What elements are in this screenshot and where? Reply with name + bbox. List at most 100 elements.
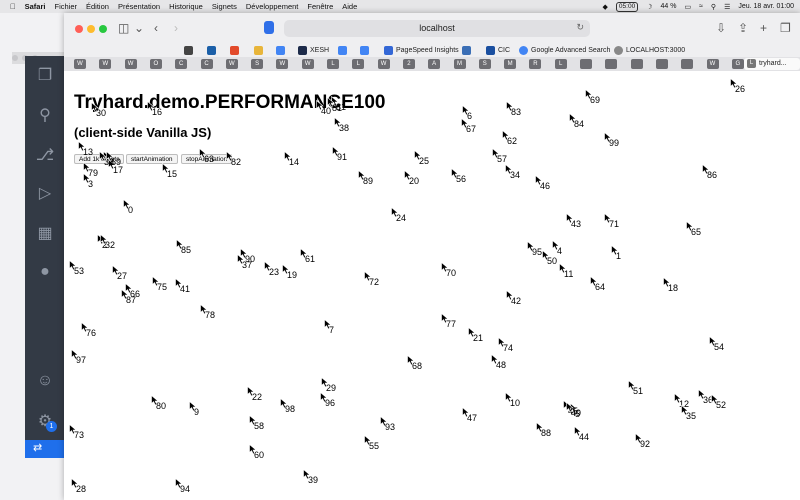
menubar-datetime[interactable]: Jeu. 18 avr. 01:00 [738, 3, 794, 10]
reload-icon[interactable]: ↻ [576, 22, 584, 33]
tab-favicon[interactable]: W [74, 59, 86, 69]
bookmark-icon-6[interactable] [338, 43, 347, 57]
tab-favicon[interactable]: L [352, 59, 365, 69]
account-icon[interactable]: ☺ [34, 370, 56, 392]
bookmark-cic[interactable]: CIC [486, 43, 510, 57]
github-icon[interactable]: ● [34, 261, 56, 283]
client-cursor: 97 [71, 349, 91, 367]
battery-icon[interactable]: ▭ [684, 3, 691, 11]
remote-indicator-icon[interactable]: ⇄ [33, 441, 42, 454]
search-icon[interactable]: ⚲ [34, 104, 56, 126]
tab-favicon[interactable] [630, 59, 643, 69]
tab-favicon[interactable]: W [276, 59, 289, 69]
window-dot-icon [12, 55, 18, 61]
downloads-icon[interactable]: ⇩ [716, 21, 726, 35]
privacy-shield-icon[interactable] [264, 21, 274, 34]
client-cursor: 47 [462, 407, 482, 425]
client-cursor: 11 [559, 263, 579, 281]
start-animation-button[interactable]: startAnimation [126, 154, 178, 164]
cursor-label: 80 [156, 401, 167, 411]
tab-favicon[interactable]: A [428, 59, 441, 69]
timer-status[interactable]: 05:00 [615, 1, 639, 12]
share-icon[interactable]: ⇪ [738, 21, 748, 35]
menu-fenetre[interactable]: Fenêtre [307, 2, 333, 11]
sidebar-icon[interactable]: ◫ [118, 21, 129, 35]
run-debug-icon[interactable]: ▷ [34, 182, 56, 204]
tab-favicon[interactable]: C [200, 59, 213, 69]
apple-menu-icon[interactable]:  [10, 2, 16, 11]
window-zoom-button[interactable] [99, 25, 107, 33]
menu-fichier[interactable]: Fichier [54, 2, 77, 11]
menu-aide[interactable]: Aide [342, 2, 357, 11]
stop-animation-button[interactable]: stopAnimation [181, 154, 233, 164]
tab-favicon[interactable]: W [99, 59, 112, 69]
menu-presentation[interactable]: Présentation [118, 2, 160, 11]
tab-favicon[interactable]: W [301, 59, 314, 69]
tab-favicon[interactable]: R [529, 59, 542, 69]
tab-favicon-icon: L [747, 58, 756, 68]
menu-historique[interactable]: Historique [169, 2, 203, 11]
menu-edition[interactable]: Édition [86, 2, 109, 11]
menu-developpement[interactable]: Développement [246, 2, 299, 11]
bookmark-pagespeed[interactable]: PageSpeed Insights [384, 43, 459, 57]
wifi-icon[interactable]: ≈ [699, 3, 703, 10]
tab-favicon[interactable]: C [175, 59, 188, 69]
sidebar-chevron-icon[interactable]: ⌄ [134, 21, 144, 35]
bookmark-icon-5[interactable] [276, 43, 285, 57]
tab-favicon[interactable] [580, 59, 592, 69]
window-close-button[interactable] [75, 25, 83, 33]
control-center-icon[interactable]: ☰ [724, 3, 730, 11]
add-clients-button[interactable]: Add 1k clients [74, 154, 125, 164]
active-tab[interactable]: Ltryhard... [744, 58, 800, 70]
tab-favicon[interactable] [605, 59, 618, 69]
tab-favicon[interactable]: W [225, 59, 238, 69]
bookmark-google-advanced[interactable]: Google Advanced Search [519, 43, 610, 57]
source-control-icon[interactable]: ⎇ [34, 144, 56, 166]
cursor-label: 86 [707, 170, 718, 180]
tab-favicon[interactable]: M [504, 59, 517, 69]
bookmark-xesh[interactable]: XESH [298, 43, 329, 57]
bookmark-icon-4[interactable] [254, 43, 263, 57]
cursor-label: 92 [640, 439, 651, 449]
forward-icon[interactable]: › [174, 21, 178, 35]
battery-percent[interactable]: 44 % [660, 3, 676, 10]
client-cursor: 50 [542, 250, 562, 268]
bookmark-localhost[interactable]: LOCALHOST:3000 [614, 43, 685, 57]
tab-favicon[interactable]: G [731, 59, 744, 69]
cursor-arrow-icon [491, 354, 499, 365]
back-icon[interactable]: ‹ [154, 21, 158, 35]
address-bar[interactable]: localhost ↻ [284, 20, 590, 37]
explorer-icon[interactable]: ❐ [34, 64, 56, 86]
search-icon[interactable]: ⚲ [711, 3, 716, 11]
bookmark-favicon-icon [486, 45, 495, 55]
tab-favicon[interactable]: M [453, 59, 466, 69]
menu-app-name[interactable]: Safari [25, 2, 46, 11]
tab-favicon[interactable]: W [377, 59, 390, 69]
tab-favicon[interactable]: 2 [402, 59, 415, 69]
new-tab-icon[interactable]: + [760, 21, 767, 35]
dropbox-icon[interactable]: ◆ [603, 3, 608, 11]
client-cursor: 77 [441, 313, 461, 331]
bookmark-icon-1[interactable] [184, 43, 193, 57]
tab-favicon[interactable] [681, 59, 694, 69]
window-minimize-button[interactable] [87, 25, 95, 33]
moon-icon[interactable]: ☽ [646, 3, 652, 11]
tab-favicon[interactable]: L [327, 59, 339, 69]
bookmark-icon-8[interactable] [462, 43, 471, 57]
cursor-label: 26 [735, 84, 746, 94]
tab-favicon[interactable] [655, 59, 668, 69]
client-cursor: 14 [284, 151, 304, 169]
tab-favicon[interactable]: L [554, 59, 567, 69]
bookmark-icon-3[interactable] [230, 43, 239, 57]
tab-overview-icon[interactable]: ❐ [780, 21, 791, 35]
tab-favicon[interactable]: S [478, 59, 491, 69]
bookmark-icon-2[interactable] [207, 43, 216, 57]
extensions-icon[interactable]: ▦ [34, 222, 56, 244]
tab-favicon[interactable]: W [124, 59, 137, 69]
tab-favicon[interactable]: W [706, 59, 719, 69]
bookmark-icon-7[interactable] [360, 43, 369, 57]
tab-favicon[interactable]: S [251, 59, 264, 69]
menu-signets[interactable]: Signets [212, 2, 237, 11]
client-cursor: 74 [498, 337, 518, 355]
tab-favicon[interactable]: O [149, 59, 162, 69]
